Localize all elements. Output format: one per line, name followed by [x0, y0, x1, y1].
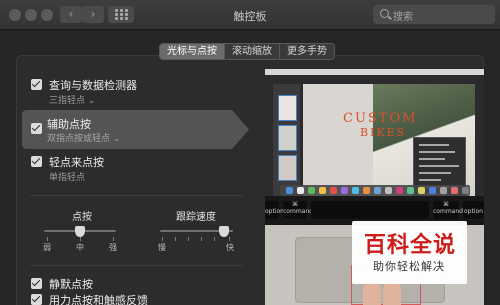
- preview-finger: [383, 281, 401, 305]
- preview-thumbnail: [278, 125, 297, 151]
- tab-point-click[interactable]: 光标与点按: [160, 44, 224, 59]
- watermark: 百科全说 助你轻松解决: [352, 221, 467, 284]
- option-silent-click[interactable]: 静默点按: [24, 276, 244, 291]
- preview-keyboard: option ⌘ command ⌘ command option: [265, 201, 484, 223]
- key-option-right: option: [463, 201, 484, 219]
- tick: [229, 237, 230, 241]
- key-space: [311, 201, 429, 219]
- tab-scroll-zoom[interactable]: 滚动缩放: [224, 44, 279, 59]
- slider-label: 慢: [158, 243, 166, 252]
- preview-thumbnail: [278, 95, 297, 121]
- checkbox-silent-click[interactable]: [31, 278, 42, 289]
- preview-finger: [363, 281, 381, 305]
- chevron-down-icon: ⌄: [112, 134, 121, 144]
- click-slider-knob[interactable]: [75, 226, 85, 237]
- tab-bar: 光标与点按 滚动缩放 更多手势: [159, 43, 335, 60]
- tick: [188, 237, 189, 241]
- slider-label: 中: [76, 243, 84, 252]
- search-icon: [380, 9, 389, 18]
- checkbox-lookup[interactable]: [31, 79, 42, 90]
- tick: [162, 237, 163, 241]
- option-force-click[interactable]: 用力点按和触感反馈: [24, 292, 244, 305]
- divider: [30, 195, 243, 196]
- option-label: 轻点来点按: [49, 156, 104, 169]
- slider-label: 强: [109, 243, 117, 252]
- tick: [47, 237, 48, 241]
- tick: [201, 237, 202, 241]
- search-field[interactable]: 搜索: [373, 5, 495, 24]
- checkbox-secondary-click[interactable]: [31, 123, 42, 134]
- option-label: 静默点按: [49, 278, 93, 291]
- tick: [113, 237, 114, 241]
- key-command-left: ⌘ command: [283, 201, 313, 219]
- option-label: 辅助点按: [47, 118, 91, 131]
- search-placeholder: 搜索: [393, 12, 413, 23]
- option-label: 用力点按和触感反馈: [49, 294, 148, 305]
- checkbox-tap-to-click[interactable]: [31, 156, 42, 167]
- tick: [175, 237, 176, 241]
- tick: [214, 237, 215, 241]
- checkbox-force-click[interactable]: [31, 294, 42, 305]
- slider-label: 弱: [43, 243, 51, 252]
- watermark-subtitle: 助你轻松解决: [373, 260, 445, 273]
- doc-subtitle: BIKES: [360, 126, 407, 139]
- watermark-title: 百科全说: [364, 233, 457, 258]
- option-tap-to-click[interactable]: 轻点来点按 单指轻点: [24, 154, 244, 192]
- click-slider-title: 点按: [72, 212, 92, 223]
- preview-document: CUSTOM BIKES: [303, 84, 475, 196]
- option-sub-dropdown[interactable]: 双指点按或轻点 ⌄: [47, 131, 120, 144]
- tab-more-gestures[interactable]: 更多手势: [279, 44, 334, 59]
- doc-title: CUSTOM: [343, 111, 418, 126]
- slider-label: 快: [226, 243, 234, 252]
- tracking-slider-title: 跟踪速度: [176, 212, 216, 223]
- preview-screen: CUSTOM BIKES: [265, 69, 484, 196]
- preview-menubar: [265, 69, 484, 75]
- key-command-right: ⌘ command: [433, 201, 463, 219]
- tick: [80, 237, 81, 241]
- option-label: 查询与数据检测器: [49, 79, 137, 92]
- preview-thumbnail: [278, 155, 297, 181]
- option-secondary-click[interactable]: 辅助点按 双指点按或轻点 ⌄: [22, 110, 249, 149]
- title-bar: ‹ › 触控板 搜索: [0, 0, 500, 30]
- option-sub: 单指轻点: [49, 173, 86, 183]
- key-option: option: [265, 201, 284, 219]
- preview-dock: [280, 185, 470, 196]
- option-sub-dropdown[interactable]: 三指轻点 ⌄: [49, 93, 95, 106]
- divider: [30, 265, 243, 266]
- chevron-down-icon: ⌄: [87, 96, 96, 106]
